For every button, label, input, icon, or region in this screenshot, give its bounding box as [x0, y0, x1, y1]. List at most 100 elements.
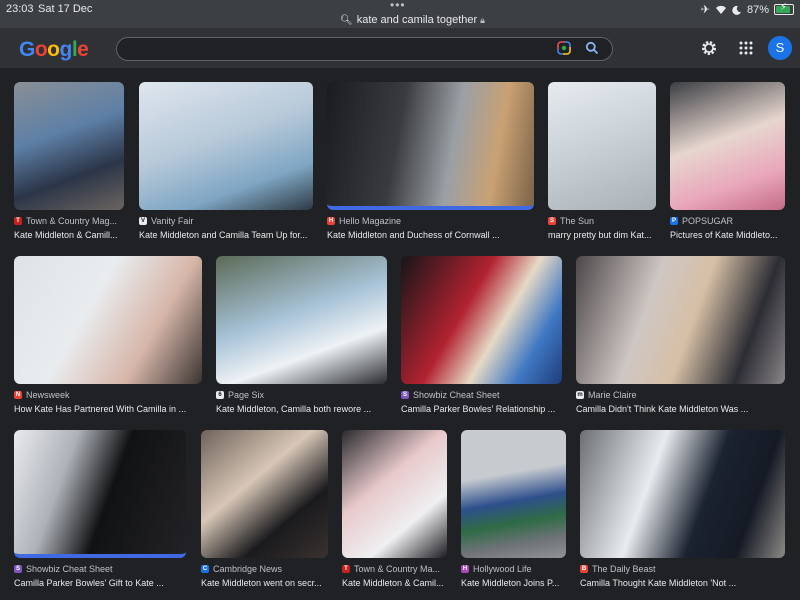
result-title[interactable]: Kate Middleton, Camilla both rewore ...	[216, 404, 387, 414]
site-favicon-icon: N	[14, 391, 22, 399]
result-thumbnail[interactable]	[401, 256, 562, 384]
result-thumbnail[interactable]	[342, 430, 447, 558]
source-name: Cambridge News	[213, 564, 283, 574]
site-favicon-icon: T	[342, 565, 350, 573]
result-thumbnail[interactable]	[14, 430, 186, 558]
image-result[interactable]: 6 Page Six Kate Middleton, Camilla both re…	[216, 256, 387, 420]
result-source[interactable]: P POPSUGAR	[670, 216, 785, 226]
site-favicon-icon: C	[201, 565, 209, 573]
result-title[interactable]: Kate Middleton & Camil...	[342, 578, 447, 588]
result-title[interactable]: Camilla Parker Bowles' Gift to Kate ...	[14, 578, 186, 588]
multitask-dots-icon[interactable]: •••	[390, 0, 406, 12]
search-icon[interactable]	[585, 41, 599, 55]
image-result[interactable]: N Newsweek How Kate Has Partnered With Cam…	[14, 256, 202, 420]
image-result[interactable]: S Showbiz Cheat Sheet Camilla Parker Bowle…	[14, 430, 186, 594]
airplane-icon: ✈︎	[700, 4, 710, 16]
site-favicon-icon: H	[461, 565, 469, 573]
account-avatar[interactable]: S	[768, 36, 792, 60]
image-result[interactable]: H Hello Magazine Kate Middleton and Duches…	[327, 82, 534, 246]
search-box[interactable]	[116, 37, 613, 61]
result-thumbnail[interactable]	[327, 82, 534, 210]
result-thumbnail[interactable]	[201, 430, 328, 558]
result-title[interactable]: Kate Middleton went on secr...	[201, 578, 328, 588]
result-thumbnail[interactable]	[670, 82, 785, 210]
result-source[interactable]: m Marie Claire	[576, 390, 785, 400]
google-logo[interactable]: Google	[19, 38, 89, 62]
site-favicon-icon: H	[327, 217, 335, 225]
search-header: Google S	[0, 28, 800, 68]
result-title[interactable]: How Kate Has Partnered With Camilla in .…	[14, 404, 202, 414]
result-source[interactable]: N Newsweek	[14, 390, 202, 400]
url-text: kate and camila together	[356, 14, 478, 26]
result-source[interactable]: T Town & Country Ma...	[342, 564, 447, 574]
result-thumbnail[interactable]	[461, 430, 566, 558]
moon-icon	[732, 5, 741, 15]
result-source[interactable]: S The Sun	[548, 216, 656, 226]
site-favicon-icon: 6	[216, 391, 224, 399]
result-title[interactable]: Kate Middleton Joins P...	[461, 578, 566, 588]
image-result[interactable]: P POPSUGAR Pictures of Kate Middleto...	[670, 82, 785, 246]
site-favicon-icon: B	[580, 565, 588, 573]
result-thumbnail[interactable]	[216, 256, 387, 384]
result-thumbnail[interactable]	[580, 430, 785, 558]
site-favicon-icon: S	[548, 217, 556, 225]
lock-icon: 🔒︎	[480, 15, 485, 25]
result-source[interactable]: V Vanity Fair	[139, 216, 313, 226]
image-result[interactable]: T Town & Country Mag... Kate Middleton & C…	[14, 82, 124, 246]
result-source[interactable]: 6 Page Six	[216, 390, 387, 400]
source-name: Marie Claire	[588, 390, 637, 400]
source-name: Vanity Fair	[151, 216, 194, 226]
result-thumbnail[interactable]	[14, 256, 202, 384]
result-title[interactable]: Camilla Didn't Think Kate Middleton Was …	[576, 404, 785, 414]
result-thumbnail[interactable]	[139, 82, 313, 210]
result-title[interactable]: Kate Middleton & Camill...	[14, 230, 124, 240]
result-source[interactable]: T Town & Country Mag...	[14, 216, 124, 226]
result-title[interactable]: Kate Middleton and Duchess of Cornwall .…	[327, 230, 534, 240]
apps-grid-icon[interactable]	[738, 40, 754, 56]
search-input[interactable]	[127, 40, 551, 58]
battery-icon: ⚡︎	[774, 2, 794, 15]
image-result[interactable]: S The Sun marry pretty but dim Kat...	[548, 82, 656, 246]
source-name: The Sun	[560, 216, 595, 226]
source-name: Town & Country Ma...	[354, 564, 441, 574]
result-title[interactable]: Camilla Thought Kate Middleton 'Not ...	[580, 578, 785, 588]
source-name: Showbiz Cheat Sheet	[26, 564, 113, 574]
result-title[interactable]: marry pretty but dim Kat...	[548, 230, 656, 240]
site-favicon-icon: P	[670, 217, 678, 225]
result-source[interactable]: S Showbiz Cheat Sheet	[14, 564, 186, 574]
wifi-icon	[715, 5, 726, 14]
clock: 23:03	[6, 3, 34, 15]
image-result[interactable]: C Cambridge News Kate Middleton went on se…	[201, 430, 328, 594]
result-source[interactable]: H Hello Magazine	[327, 216, 534, 226]
result-source[interactable]: S Showbiz Cheat Sheet	[401, 390, 562, 400]
result-source[interactable]: C Cambridge News	[201, 564, 328, 574]
result-thumbnail[interactable]	[576, 256, 785, 384]
image-result[interactable]: B The Daily Beast Camilla Thought Kate Mid…	[580, 430, 785, 594]
site-favicon-icon: m	[576, 391, 584, 399]
result-thumbnail[interactable]	[14, 82, 124, 210]
image-result[interactable]: H Hollywood Life Kate Middleton Joins P...	[461, 430, 566, 594]
source-name: Hollywood Life	[473, 564, 532, 574]
image-result[interactable]: S Showbiz Cheat Sheet Camilla Parker Bowle…	[401, 256, 562, 420]
result-title[interactable]: Kate Middleton and Camilla Team Up for..…	[139, 230, 313, 240]
source-name: Page Six	[228, 390, 265, 400]
source-name: POPSUGAR	[682, 216, 734, 226]
result-source[interactable]: B The Daily Beast	[580, 564, 785, 574]
image-result[interactable]: m Marie Claire Camilla Didn't Think Kate M…	[576, 256, 785, 420]
address-bar[interactable]: 🔍︎ kate and camila together 🔒︎	[340, 14, 485, 26]
settings-gear-icon[interactable]	[700, 39, 718, 57]
image-result[interactable]: T Town & Country Ma... Kate Middleton & Ca…	[342, 430, 447, 594]
site-favicon-icon: S	[14, 565, 22, 573]
source-name: Town & Country Mag...	[26, 216, 118, 226]
result-thumbnail[interactable]	[548, 82, 656, 210]
result-title[interactable]: Pictures of Kate Middleto...	[670, 230, 785, 240]
result-source[interactable]: H Hollywood Life	[461, 564, 566, 574]
search-icon: 🔍︎	[340, 15, 353, 26]
date: Sat 17 Dec	[38, 3, 93, 15]
result-title[interactable]: Camilla Parker Bowles' Relationship ...	[401, 404, 562, 414]
site-favicon-icon: V	[139, 217, 147, 225]
google-lens-icon[interactable]	[557, 41, 571, 55]
source-name: Newsweek	[26, 390, 70, 400]
site-favicon-icon: T	[14, 217, 22, 225]
image-result[interactable]: V Vanity Fair Kate Middleton and Camilla T…	[139, 82, 313, 246]
